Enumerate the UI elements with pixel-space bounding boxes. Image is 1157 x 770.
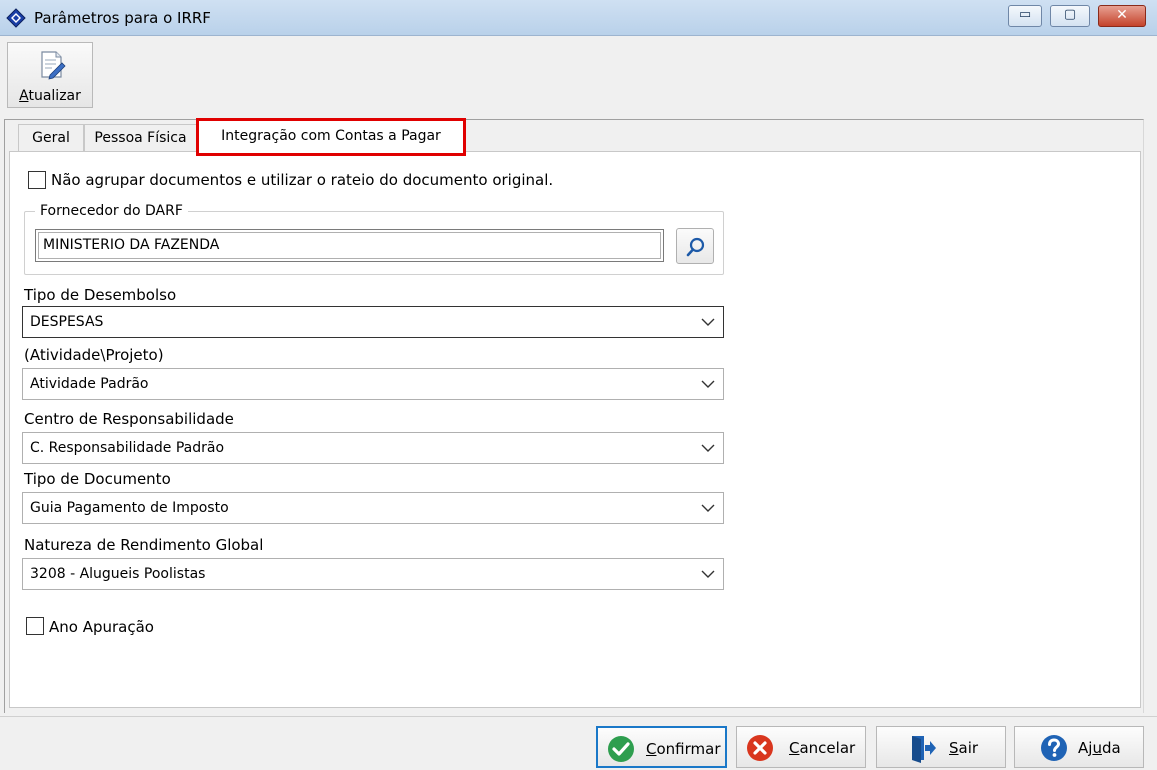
document-type-label: Tipo de Documento xyxy=(24,470,171,488)
activity-project-select[interactable]: Atividade Padrão xyxy=(22,368,724,400)
chevron-down-icon xyxy=(701,318,715,326)
toolbar: Atualizar xyxy=(0,37,1157,114)
tab-geral[interactable]: Geral xyxy=(18,124,84,152)
maximize-button[interactable]: ▢ xyxy=(1050,5,1090,27)
activity-project-value: Atividade Padrão xyxy=(30,376,149,392)
update-button-label: Atualizar xyxy=(19,88,81,104)
tab-pessoa-fisica[interactable]: Pessoa Física xyxy=(84,124,197,152)
cancel-button[interactable]: Cancelar xyxy=(736,726,866,768)
exit-button[interactable]: Sair xyxy=(876,726,1006,768)
chevron-down-icon xyxy=(701,444,715,452)
disbursement-type-select[interactable]: DESPESAS xyxy=(22,306,724,338)
chevron-down-icon xyxy=(701,504,715,512)
help-label: Ajuda xyxy=(1078,739,1121,757)
exit-door-icon xyxy=(912,736,936,763)
confirm-label: Confirmar xyxy=(646,740,721,758)
title-bar: Parâmetros para o IRRF ▭ ▢ ✕ xyxy=(0,0,1157,36)
year-checkbox-label: Ano Apuração xyxy=(49,618,154,636)
income-nature-select[interactable]: 3208 - Alugueis Poolistas xyxy=(22,558,724,590)
app-diamond-icon xyxy=(6,8,26,28)
minimize-button[interactable]: ▭ xyxy=(1008,5,1042,27)
search-icon xyxy=(686,237,705,257)
income-nature-label: Natureza de Rendimento Global xyxy=(24,536,264,554)
edit-document-icon xyxy=(41,51,66,80)
confirm-button[interactable]: Confirmar xyxy=(596,726,727,768)
responsibility-center-label: Centro de Responsabilidade xyxy=(24,410,234,428)
responsibility-center-select[interactable]: C. Responsabilidade Padrão xyxy=(22,432,724,464)
update-button[interactable]: Atualizar xyxy=(7,42,93,108)
income-nature-value: 3208 - Alugueis Poolistas xyxy=(30,566,206,582)
tab-strip: Geral Pessoa Física Integração com Conta… xyxy=(0,118,1157,156)
activity-project-label: (Atividade\Projeto) xyxy=(24,346,164,364)
minimize-icon: ▭ xyxy=(1018,7,1032,22)
exit-label: Sair xyxy=(949,739,979,757)
disbursement-type-label: Tipo de Desembolso xyxy=(24,286,177,304)
responsibility-center-value: C. Responsabilidade Padrão xyxy=(30,440,225,456)
help-button[interactable]: Ajuda xyxy=(1014,726,1144,768)
chevron-down-icon xyxy=(701,570,715,578)
year-checkbox[interactable] xyxy=(26,617,44,635)
check-circle-icon xyxy=(608,736,634,762)
close-button[interactable]: ✕ xyxy=(1098,5,1146,27)
disbursement-type-value: DESPESAS xyxy=(30,314,104,330)
supplier-search-button[interactable] xyxy=(676,228,714,264)
maximize-icon: ▢ xyxy=(1063,7,1077,22)
close-icon: ✕ xyxy=(1116,7,1128,23)
help-circle-icon xyxy=(1041,735,1067,761)
x-circle-icon xyxy=(747,735,773,761)
supplier-legend: Fornecedor do DARF xyxy=(35,203,188,219)
irrf-parameters-window: Parâmetros para o IRRF ▭ ▢ ✕ Atualizar G… xyxy=(0,0,1157,770)
chevron-down-icon xyxy=(701,380,715,388)
window-title: Parâmetros para o IRRF xyxy=(34,9,211,27)
no-group-checkbox[interactable] xyxy=(28,171,46,189)
tab-integracao-contas-pagar[interactable]: Integração com Contas a Pagar xyxy=(196,118,466,156)
document-type-select[interactable]: Guia Pagamento de Imposto xyxy=(22,492,724,524)
supplier-field[interactable]: MINISTERIO DA FAZENDA xyxy=(35,229,664,262)
document-type-value: Guia Pagamento de Imposto xyxy=(30,500,229,516)
no-group-checkbox-label: Não agrupar documentos e utilizar o rate… xyxy=(51,171,554,189)
cancel-label: Cancelar xyxy=(789,739,856,757)
supplier-value: MINISTERIO DA FAZENDA xyxy=(38,232,661,259)
